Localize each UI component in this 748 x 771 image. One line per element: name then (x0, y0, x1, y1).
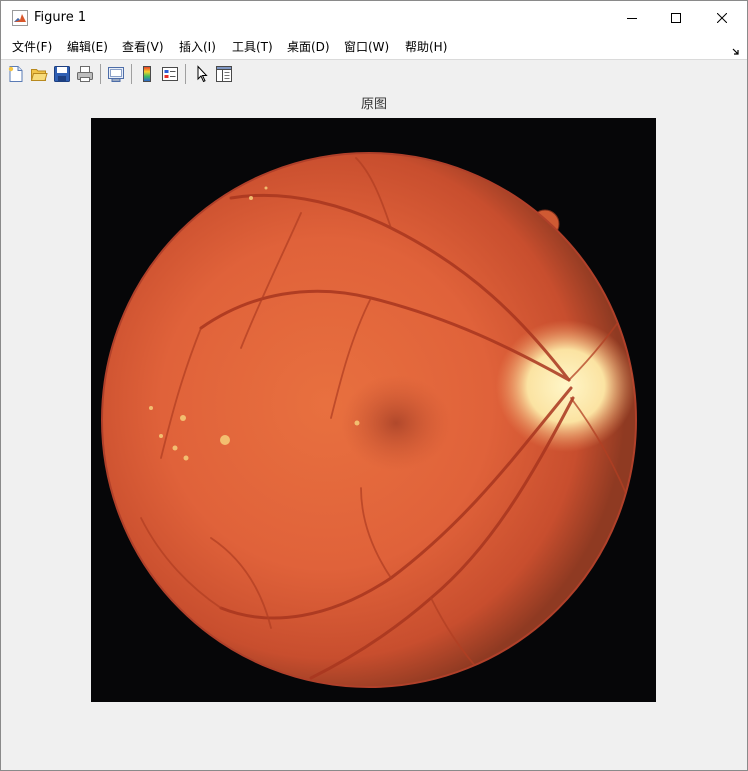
insert-legend-icon[interactable] (161, 65, 179, 83)
minimize-button[interactable] (609, 1, 655, 35)
menu-desktop[interactable]: 桌面(D) (287, 39, 330, 55)
toolbar-separator (185, 64, 186, 84)
toolbar-separator (100, 64, 101, 84)
menu-bar: 文件(F) 编辑(E) 查看(V) 插入(I) 工具(T) 桌面(D) 窗口(W… (1, 35, 747, 59)
title-bar[interactable]: Figure 1 (1, 1, 747, 35)
close-icon (717, 13, 727, 23)
print-icon[interactable] (76, 65, 94, 83)
maximize-icon (671, 13, 681, 23)
open-file-icon[interactable] (30, 65, 48, 83)
minimize-icon (627, 18, 637, 19)
insert-colorbar-icon[interactable] (138, 65, 156, 83)
toolbar-separator (131, 64, 132, 84)
link-plot-icon[interactable] (107, 65, 125, 83)
menu-edit[interactable]: 编辑(E) (67, 39, 108, 55)
close-button[interactable] (699, 1, 745, 35)
menu-view[interactable]: 查看(V) (122, 39, 164, 55)
menu-file[interactable]: 文件(F) (12, 39, 52, 55)
retina-image-graphic (101, 152, 637, 688)
edit-plot-arrow-icon[interactable] (193, 65, 211, 83)
save-icon[interactable] (53, 65, 71, 83)
menu-insert[interactable]: 插入(I) (179, 39, 216, 55)
window-title: Figure 1 (34, 10, 87, 25)
menu-help[interactable]: 帮助(H) (405, 39, 447, 55)
property-inspector-icon[interactable] (215, 65, 233, 83)
figure-canvas: 原图 (1, 88, 747, 770)
new-figure-icon[interactable] (7, 65, 25, 83)
fundus-image[interactable] (91, 118, 656, 702)
figure-window: Figure 1 文件(F) 编辑(E) 查看(V) 插入(I) 工具(T) 桌… (0, 0, 748, 771)
matlab-icon (12, 10, 28, 26)
menu-overflow-arrow-icon[interactable] (731, 41, 741, 55)
figure-toolbar (1, 59, 747, 89)
maximize-button[interactable] (653, 1, 699, 35)
menu-tools[interactable]: 工具(T) (232, 39, 273, 55)
menu-window[interactable]: 窗口(W) (344, 39, 389, 55)
axes-title: 原图 (360, 97, 387, 112)
